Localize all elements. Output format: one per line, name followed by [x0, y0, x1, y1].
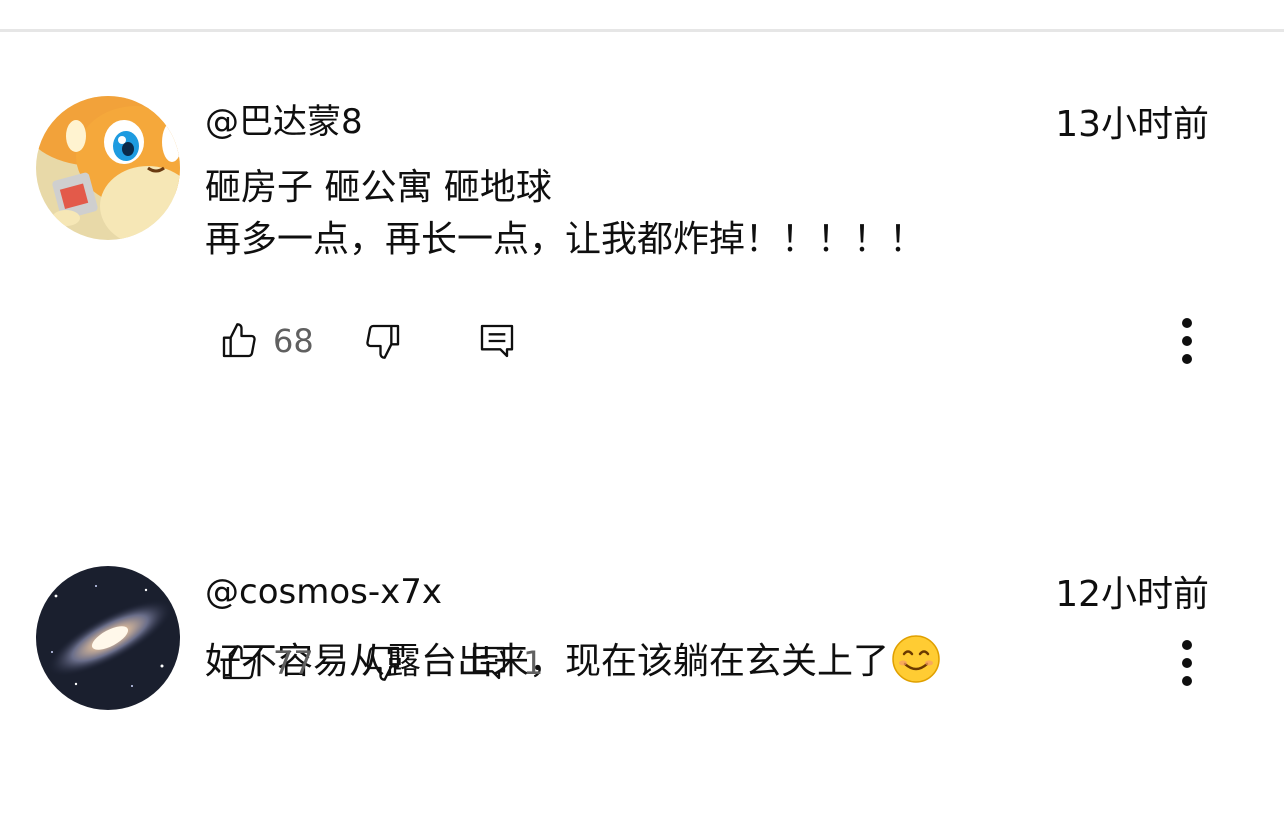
like-count: 68 — [273, 322, 314, 360]
comment-actions: 68 — [205, 316, 1205, 366]
thumbs-up-icon — [222, 323, 256, 358]
more-vertical-icon — [1182, 640, 1192, 686]
dislike-button[interactable] — [363, 316, 403, 366]
comment-text: 砸房子 砸公寓 砸地球 再多一点，再长一点，让我都炸掉！！！！！ — [205, 162, 925, 266]
dislike-button[interactable] — [363, 638, 403, 688]
like-button[interactable]: 68 — [219, 316, 314, 366]
comment-actions: 77 1 — [205, 638, 1205, 688]
thumbs-down-icon — [366, 324, 400, 359]
galaxy-avatar-icon — [36, 566, 180, 710]
thumbs-up-icon — [222, 645, 256, 680]
reply-button[interactable]: 1 — [469, 638, 543, 688]
reply-count: 1 — [523, 644, 544, 682]
comment-timestamp: 13小时前 — [1055, 104, 1209, 145]
more-vertical-icon — [1182, 318, 1192, 364]
more-options-button[interactable] — [1167, 636, 1207, 690]
comment-line: 再多一点，再长一点，让我都炸掉！！！！！ — [205, 219, 926, 260]
like-button[interactable]: 77 — [219, 638, 314, 688]
hamster-avatar-icon — [36, 96, 180, 240]
avatar[interactable] — [36, 96, 180, 240]
top-divider — [0, 29, 1284, 32]
reply-comment-icon — [480, 324, 514, 358]
reply-button[interactable] — [477, 316, 531, 366]
comment-line: 砸房子 砸公寓 砸地球 — [205, 167, 552, 208]
comment-author[interactable]: @巴达蒙8 — [205, 102, 363, 142]
avatar[interactable] — [36, 566, 180, 710]
comment-timestamp: 12小时前 — [1055, 574, 1209, 615]
like-count: 77 — [273, 644, 314, 682]
thumbs-down-icon — [366, 646, 400, 681]
comment-author[interactable]: @cosmos-x7x — [205, 572, 442, 612]
reply-comment-icon — [472, 646, 506, 680]
more-options-button[interactable] — [1167, 314, 1207, 368]
